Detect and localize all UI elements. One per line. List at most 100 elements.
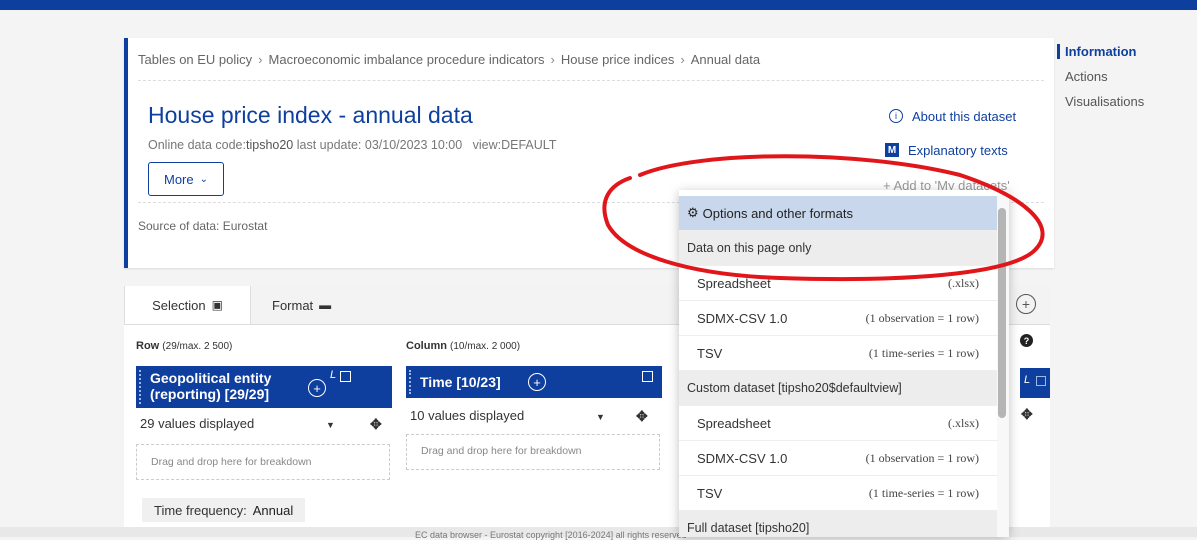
position-square-icon[interactable] — [1036, 376, 1046, 386]
column-values-text: 10 values displayed — [410, 408, 525, 423]
time-frequency-label: Time frequency: — [154, 502, 247, 518]
item-format: (1 observation = 1 row) — [865, 310, 979, 325]
download-sdmx-csv-page[interactable]: SDMX-CSV 1.0 (1 observation = 1 row) — [679, 301, 997, 336]
label-l-icon[interactable]: L — [330, 369, 336, 381]
breadcrumb-separator: › — [258, 52, 263, 67]
add-circle-icon[interactable]: + — [1016, 294, 1036, 314]
more-button[interactable]: More ⌄ — [148, 162, 224, 196]
divider — [138, 80, 1044, 81]
item-name: TSV — [697, 345, 723, 361]
drag-handle[interactable] — [139, 370, 145, 404]
item-name: TSV — [697, 485, 723, 501]
item-format: (1 time-series = 1 row) — [868, 345, 979, 360]
dimension-geopolitical-entity[interactable]: Geopolitical entity (reporting) [29/29] … — [136, 366, 392, 408]
dimension-partial[interactable]: L — [1020, 368, 1050, 398]
item-name: SDMX-CSV 1.0 — [697, 310, 788, 326]
dropdown-scrollbar-thumb[interactable] — [998, 208, 1006, 418]
about-dataset-label: About this dataset — [912, 108, 1017, 124]
dropdown-section-custom-dataset: Custom dataset [tipsho20$defaultview] — [679, 371, 997, 406]
about-dataset-link[interactable]: i About this dataset — [888, 108, 1016, 124]
row-drop-zone[interactable]: Drag and drop here for breakdown — [136, 444, 390, 480]
move-icon[interactable]: ✥ — [636, 408, 648, 425]
nav-actions[interactable]: Actions — [1057, 69, 1144, 84]
download-sdmx-csv-custom[interactable]: SDMX-CSV 1.0 (1 observation = 1 row) — [679, 441, 997, 476]
window-icon: ▣ — [211, 298, 223, 312]
source-label: Source of data: — [138, 219, 220, 233]
footer-text: EC data browser - Eurostat copyright [20… — [415, 530, 687, 540]
column-drop-zone[interactable]: Drag and drop here for breakdown — [406, 434, 660, 470]
nav-information[interactable]: Information — [1057, 44, 1144, 59]
breadcrumb-item[interactable]: Tables on EU policy — [138, 52, 252, 67]
tab-format-label: Format — [272, 297, 314, 313]
source-value: Eurostat — [222, 219, 268, 233]
right-navigation: Information Actions Visualisations — [1057, 44, 1144, 119]
item-name: Spreadsheet — [697, 275, 771, 291]
tab-format[interactable]: Format ▬ — [272, 286, 382, 324]
item-name: Spreadsheet — [697, 415, 771, 431]
column-label: Column (10/max. 2 000) — [406, 340, 520, 352]
label-l-icon[interactable]: L — [1024, 374, 1030, 386]
column-limit: (10/max. 2 000) — [450, 341, 521, 352]
breadcrumb: Tables on EU policy › Macroeconomic imbala… — [138, 52, 760, 67]
add-circle-icon[interactable]: + — [528, 373, 546, 391]
move-icon[interactable]: ✥ — [370, 416, 382, 433]
dataset-code: tipsho20 — [246, 138, 294, 152]
row-values-text: 29 values displayed — [140, 416, 255, 431]
download-options-dropdown: ⚙ Options and other formats Data on this… — [679, 190, 1009, 537]
source-of-data: Source of data: Eurostat — [138, 219, 267, 233]
dropdown-section-page-only: Data on this page only — [679, 231, 997, 266]
row-label-text: Row — [136, 340, 160, 352]
dataset-meta: Online data code:tipsho20 last update: 0… — [148, 138, 556, 152]
top-header-bar — [0, 0, 1197, 10]
dropdown-section-full-dataset: Full dataset [tipsho20] — [679, 511, 997, 537]
dropdown-header-label: Options and other formats — [702, 205, 853, 221]
info-icon: i — [888, 108, 904, 124]
help-icon[interactable]: ? — [1020, 334, 1033, 347]
dimension-label: Geopolitical entity (reporting) [29/29] — [150, 370, 271, 402]
download-spreadsheet-page[interactable]: Spreadsheet (.xlsx) — [679, 266, 997, 301]
position-square-icon[interactable] — [642, 371, 653, 382]
position-square-icon[interactable] — [340, 371, 351, 382]
column-values-selector[interactable]: 10 values displayed ▼ ✥ — [406, 408, 662, 425]
row-label: Row (29/max. 2 500) — [136, 340, 232, 352]
explanatory-texts-label: Explanatory texts — [908, 142, 1008, 158]
move-icon[interactable]: ✥ — [1021, 406, 1033, 423]
minus-icon: ▬ — [319, 298, 332, 312]
item-format: (1 observation = 1 row) — [865, 450, 979, 465]
page-title: House price index - annual data — [148, 102, 473, 128]
download-tsv-page[interactable]: TSV (1 time-series = 1 row) — [679, 336, 997, 371]
dimension-time-label: Time [10/23] — [420, 374, 501, 390]
column-label-text: Column — [406, 340, 447, 352]
tab-selection-label: Selection — [152, 297, 206, 313]
nav-visualisations[interactable]: Visualisations — [1057, 94, 1144, 109]
breadcrumb-separator: › — [550, 52, 555, 67]
item-format: (.xlsx) — [948, 275, 979, 290]
chevron-down-icon: ⌄ — [199, 173, 208, 185]
dimension-label: Time [10/23] — [420, 374, 501, 390]
breadcrumb-item-current: Annual data — [690, 52, 761, 67]
breadcrumb-item[interactable]: Macroeconomic imbalance procedure indica… — [269, 52, 545, 67]
add-circle-icon[interactable]: + — [308, 379, 326, 397]
metadata-m-icon: M — [884, 142, 900, 158]
last-update: 03/10/2023 10:00 — [364, 138, 463, 152]
more-button-label: More — [163, 171, 194, 187]
item-name: SDMX-CSV 1.0 — [697, 450, 788, 466]
caret-down-icon: ▼ — [326, 420, 335, 430]
time-frequency: Time frequency: Annual — [142, 498, 306, 522]
dimension-label-line2: (reporting) [29/29] — [150, 386, 270, 402]
dimension-time[interactable]: Time [10/23] + — [406, 366, 662, 398]
view-value: DEFAULT — [501, 138, 557, 152]
row-values-selector[interactable]: 29 values displayed ▼ ✥ — [136, 416, 392, 433]
tab-selection[interactable]: Selection ▣ — [124, 286, 251, 324]
update-label: last update: — [296, 138, 362, 152]
explanatory-texts-link[interactable]: M Explanatory texts — [884, 142, 1008, 158]
code-label: Online data code: — [148, 138, 246, 152]
dropdown-header: ⚙ Options and other formats — [679, 196, 997, 231]
view-label: view: — [472, 138, 502, 152]
caret-down-icon: ▼ — [596, 412, 605, 422]
breadcrumb-separator: › — [680, 52, 685, 67]
download-tsv-custom[interactable]: TSV (1 time-series = 1 row) — [679, 476, 997, 511]
drag-handle[interactable] — [409, 370, 415, 394]
breadcrumb-item[interactable]: House price indices — [561, 52, 674, 67]
download-spreadsheet-custom[interactable]: Spreadsheet (.xlsx) — [679, 406, 997, 441]
